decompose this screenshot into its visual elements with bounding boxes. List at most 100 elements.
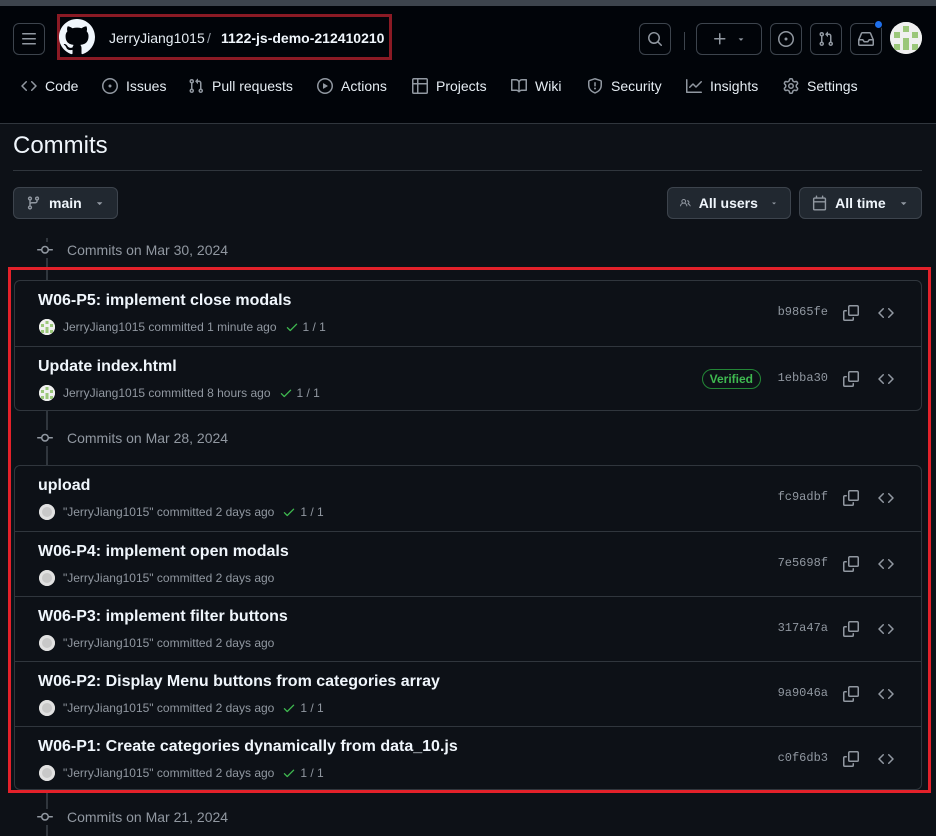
browse-files-button[interactable] xyxy=(876,369,896,389)
commit-sha-link[interactable]: fc9adbf xyxy=(778,490,828,504)
triangle-down-icon xyxy=(738,38,744,41)
author-name[interactable]: "JerryJiang1015" committed 2 days ago xyxy=(63,766,274,780)
issues-button[interactable] xyxy=(770,23,802,55)
author-name[interactable]: "JerryJiang1015" committed 2 days ago xyxy=(63,571,274,585)
tab-pull-requests[interactable]: Pull requests xyxy=(188,73,293,99)
repo-name-link[interactable]: 1122-js-demo-212410210 xyxy=(221,30,384,46)
code-icon xyxy=(878,688,894,700)
branch-name: main xyxy=(49,195,82,211)
code-icon xyxy=(878,623,894,635)
copy-sha-button[interactable] xyxy=(841,303,861,323)
commit-title-link[interactable]: W06-P2: Display Menu buttons from catego… xyxy=(38,673,440,691)
commit-title-link[interactable]: upload xyxy=(38,477,90,495)
author-avatar[interactable] xyxy=(39,319,55,335)
pull-requests-button[interactable] xyxy=(810,23,842,55)
copy-sha-button[interactable] xyxy=(841,488,861,508)
tab-label: Projects xyxy=(436,78,487,94)
author-avatar[interactable] xyxy=(39,700,55,716)
triangle-down-icon xyxy=(900,202,906,206)
tab-security[interactable]: Security xyxy=(587,73,662,99)
play-icon xyxy=(317,78,333,94)
branch-select-button[interactable]: main xyxy=(13,187,118,219)
browse-files-button[interactable] xyxy=(876,303,896,323)
graph-icon xyxy=(686,79,702,93)
copy-sha-button[interactable] xyxy=(841,619,861,639)
copy-sha-button[interactable] xyxy=(841,684,861,704)
repo-owner-link[interactable]: JerryJiang1015 xyxy=(109,30,205,46)
commit-row: W06-P2: Display Menu buttons from catego… xyxy=(15,661,921,726)
book-icon xyxy=(511,78,527,93)
check-status[interactable]: 1 / 1 xyxy=(285,320,326,334)
git-commit-icon xyxy=(37,430,53,446)
browse-files-button[interactable] xyxy=(876,554,896,574)
code-icon xyxy=(21,80,37,92)
tab-code[interactable]: Code xyxy=(21,73,78,99)
commit-title-link[interactable]: W06-P5: implement close modals xyxy=(38,292,291,310)
author-name[interactable]: "JerryJiang1015" committed 2 days ago xyxy=(63,505,274,519)
author-name[interactable]: "JerryJiang1015" committed 2 days ago xyxy=(63,636,274,650)
tab-wiki[interactable]: Wiki xyxy=(511,73,561,99)
author-name[interactable]: JerryJiang1015 committed 8 hours ago xyxy=(63,386,271,400)
calendar-icon xyxy=(812,195,827,211)
tab-actions[interactable]: Actions xyxy=(317,73,387,99)
repo-path-separator: / xyxy=(207,30,211,46)
notification-indicator xyxy=(874,20,883,29)
commit-sha-link[interactable]: 317a47a xyxy=(778,621,828,635)
users-filter-label: All users xyxy=(698,195,758,211)
commit-title-link[interactable]: Update index.html xyxy=(38,358,177,376)
verified-badge[interactable]: Verified xyxy=(701,369,761,389)
tab-projects[interactable]: Projects xyxy=(412,73,487,99)
tab-issues[interactable]: Issues xyxy=(102,73,166,99)
commit-sha-link[interactable]: 9a9046a xyxy=(778,686,828,700)
browse-files-button[interactable] xyxy=(876,749,896,769)
commit-meta: "JerryJiang1015" committed 2 days ago xyxy=(39,570,274,586)
commit-sha-link[interactable]: 7e5698f xyxy=(778,556,828,570)
check-status[interactable]: 1 / 1 xyxy=(282,766,324,780)
copy-sha-button[interactable] xyxy=(841,554,861,574)
tab-label: Actions xyxy=(341,78,387,94)
author-avatar[interactable] xyxy=(39,385,55,401)
commit-title-link[interactable]: W06-P1: Create categories dynamically fr… xyxy=(38,738,458,756)
author-avatar[interactable] xyxy=(39,765,55,781)
copy-sha-button[interactable] xyxy=(841,749,861,769)
menu-button[interactable] xyxy=(13,23,45,55)
copy-sha-button[interactable] xyxy=(841,369,861,389)
commit-row: Update index.html JerryJiang1015 committ… xyxy=(15,346,921,411)
commit-sha-link[interactable]: c0f6db3 xyxy=(778,751,828,765)
commit-title-link[interactable]: W06-P3: implement filter buttons xyxy=(38,608,288,626)
time-filter-button[interactable]: All time xyxy=(799,187,922,219)
author-avatar[interactable] xyxy=(39,635,55,651)
browse-files-button[interactable] xyxy=(876,619,896,639)
check-status[interactable]: 1 / 1 xyxy=(282,701,324,715)
commit-row: W06-P4: implement open modals "JerryJian… xyxy=(15,531,921,596)
commit-sha-link[interactable]: 1ebba30 xyxy=(778,371,828,385)
tab-label: Pull requests xyxy=(212,78,293,94)
commit-title-link[interactable]: W06-P4: implement open modals xyxy=(38,543,289,561)
git-commit-icon xyxy=(37,242,53,258)
commit-row: W06-P5: implement close modals JerryJian… xyxy=(15,281,921,346)
github-logo-icon[interactable] xyxy=(59,19,95,55)
commit-sha-link[interactable]: b9865fe xyxy=(778,305,828,319)
users-filter-button[interactable]: All users xyxy=(667,187,791,219)
commit-group-date: Commits on Mar 30, 2024 xyxy=(67,242,229,258)
commit-meta: "JerryJiang1015" committed 2 days ago 1 … xyxy=(39,765,324,781)
code-icon xyxy=(878,492,894,504)
browse-files-button[interactable] xyxy=(876,488,896,508)
check-status[interactable]: 1 / 1 xyxy=(282,505,324,519)
author-name[interactable]: "JerryJiang1015" committed 2 days ago xyxy=(63,701,274,715)
tab-settings[interactable]: Settings xyxy=(783,73,858,99)
copy-icon xyxy=(843,621,859,637)
author-name[interactable]: JerryJiang1015 committed 1 minute ago xyxy=(63,320,277,334)
browse-files-button[interactable] xyxy=(876,684,896,704)
author-avatar[interactable] xyxy=(39,570,55,586)
commit-group-heading: Commits on Mar 28, 2024 xyxy=(37,428,228,448)
check-status[interactable]: 1 / 1 xyxy=(279,386,320,400)
people-icon xyxy=(680,198,691,207)
user-avatar[interactable] xyxy=(890,22,922,54)
author-avatar[interactable] xyxy=(39,504,55,520)
create-new-button[interactable] xyxy=(696,23,762,55)
identicon-avatar xyxy=(890,22,922,54)
search-button[interactable] xyxy=(639,23,671,55)
tab-insights[interactable]: Insights xyxy=(686,73,758,99)
commit-row: upload "JerryJiang1015" committed 2 days… xyxy=(15,466,921,531)
